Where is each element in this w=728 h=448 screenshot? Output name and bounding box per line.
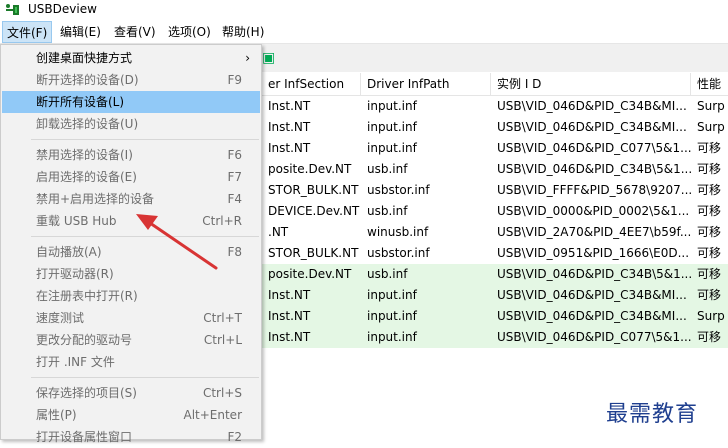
watermark-text: 最需教育 bbox=[606, 402, 699, 427]
annotation-arrow bbox=[136, 214, 218, 270]
